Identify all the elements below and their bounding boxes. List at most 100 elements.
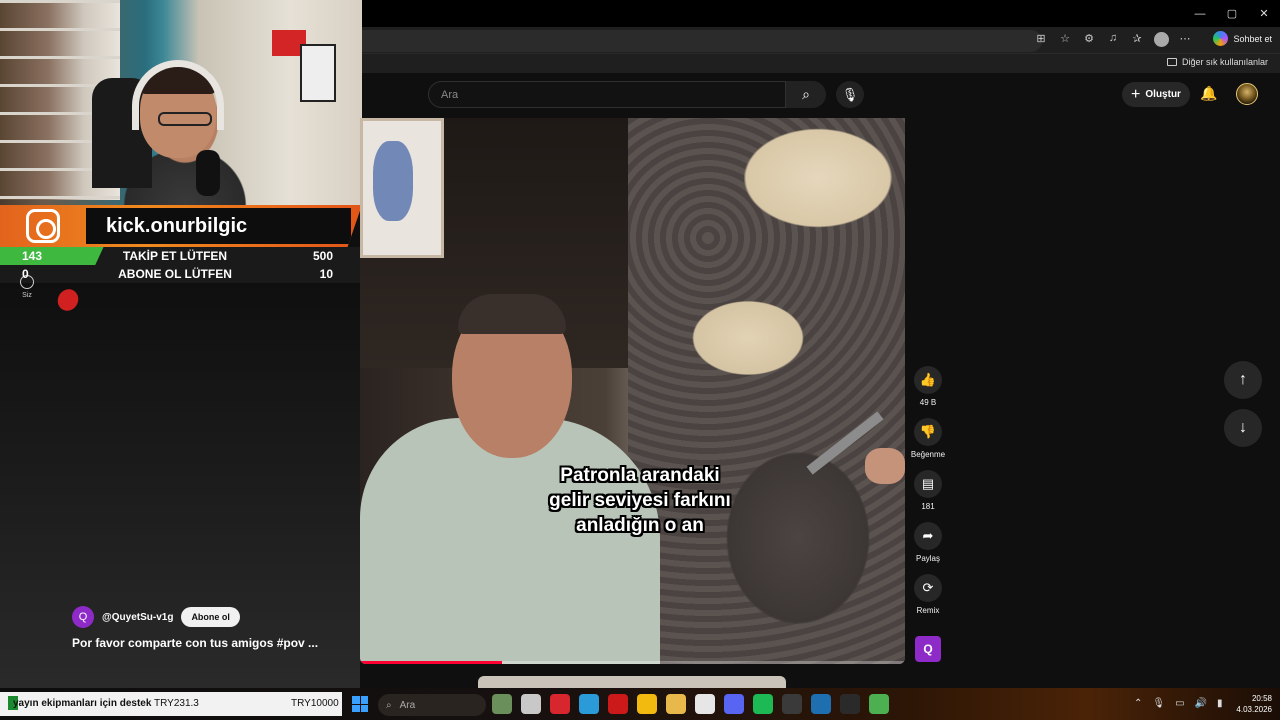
close-button[interactable]: ✕: [1248, 0, 1280, 27]
bookmarks-bar: Diğer sık kullanılanlar: [362, 54, 1280, 73]
favorites-icon[interactable]: ✰: [1130, 32, 1144, 50]
taskbar-app-icon[interactable]: [782, 694, 802, 714]
address-bar: ⊞ ☆ ⚙ ♫ ✰ ⋯ Sohbet et: [362, 27, 1280, 54]
channel-name[interactable]: @QuyetSu-v1g: [102, 612, 173, 623]
search-icon: ⌕: [802, 86, 810, 102]
video-title[interactable]: Por favor comparte con tus amigos #pov .…: [72, 636, 342, 650]
remix-button[interactable]: ⟳ Remix: [904, 574, 952, 615]
comment-count: 181: [921, 502, 935, 511]
comment-button[interactable]: ▤ 181: [904, 470, 952, 511]
battery-icon[interactable]: ▮: [1217, 698, 1223, 709]
taskbar-app-icon[interactable]: [840, 694, 860, 714]
windows-start-icon[interactable]: [352, 696, 368, 712]
bell-icon[interactable]: 🔔: [1200, 85, 1217, 102]
share-label: Paylaş: [915, 554, 940, 563]
sound-channel-avatar[interactable]: Q: [915, 636, 941, 662]
like-icon: 👍: [914, 366, 942, 394]
video-wall-art: [360, 118, 444, 258]
display-icon[interactable]: ▭: [1175, 698, 1184, 709]
share-icon: ➦: [914, 522, 942, 550]
screen: — ▢ ✕ ⊞ ☆ ⚙ ♫ ✰ ⋯ Sohbet et Diğer sık ku…: [0, 0, 1280, 720]
mic-icon[interactable]: 🎙: [1152, 698, 1165, 709]
webcam-poster: [300, 44, 336, 102]
search-button[interactable]: ⌕: [786, 81, 826, 108]
caption-line: Patronla arandaki: [560, 465, 720, 486]
taskbar-app-icon[interactable]: [608, 694, 628, 714]
previous-short-button[interactable]: ↑: [1224, 361, 1262, 399]
copilot-button[interactable]: Sohbet et: [1213, 31, 1272, 46]
create-label: Oluştur: [1145, 89, 1181, 100]
dislike-button[interactable]: 👎 Beğenme: [904, 418, 952, 459]
ticker-goal: TRY10000: [291, 698, 339, 709]
create-button[interactable]: + Oluştur: [1122, 82, 1190, 107]
mic-icon: 🎙: [841, 86, 859, 102]
taskbar-search-placeholder: Ara: [399, 699, 416, 711]
follow-goal-label: TAKİP ET LÜTFEN: [122, 249, 228, 263]
next-short-button[interactable]: ↓: [1224, 409, 1262, 447]
kick-handle: kick.onurbilgic: [86, 208, 351, 244]
youtube-header: Ara ⌕ 🎙 + Oluştur 🔔: [362, 73, 1280, 118]
remix-icon: ⟳: [914, 574, 942, 602]
minimize-button[interactable]: —: [1184, 0, 1216, 27]
more-icon[interactable]: ⋯: [1178, 32, 1192, 50]
chevron-up-icon[interactable]: ⌃: [1134, 698, 1142, 709]
subscribe-goal: 0 ABONE OL LÜTFEN 10: [0, 265, 362, 283]
taskbar-app-icon[interactable]: [753, 694, 773, 714]
taskbar-app-icon[interactable]: [666, 694, 686, 714]
profile-icon[interactable]: [1154, 32, 1169, 50]
account-avatar[interactable]: [1236, 83, 1258, 105]
apps-icon[interactable]: ⊞: [1034, 32, 1048, 50]
window-controls: — ▢ ✕: [1184, 0, 1280, 27]
remix-label: Remix: [916, 606, 940, 615]
ticker-text: yayın ekipmanları için destek: [13, 698, 152, 709]
clock[interactable]: 20:58 4.03.2026: [1228, 693, 1272, 715]
taskbar-app-icon[interactable]: [724, 694, 744, 714]
taskbar-app-icon[interactable]: [579, 694, 599, 714]
ticker-value: TRY231.3: [154, 698, 199, 709]
video-progress-fill: [360, 661, 502, 664]
caption-line: anladığın o an: [576, 515, 704, 536]
clock-date: 4.03.2026: [1236, 705, 1272, 714]
video-man-hair: [458, 294, 566, 334]
donation-ticker: yayın ekipmanları için destek TRY231.3 T…: [0, 692, 342, 716]
subscribe-button[interactable]: Abone ol: [181, 607, 240, 627]
webcam-overlay: [0, 0, 362, 205]
volume-icon[interactable]: 🔊: [1195, 698, 1207, 709]
webcam-glasses: [158, 112, 212, 126]
search-icon: ⌕: [386, 699, 392, 711]
you-label: Siz: [22, 292, 32, 299]
extensions-icon[interactable]: ⚙: [1082, 32, 1096, 50]
taskbar-search[interactable]: ⌕ Ara: [378, 694, 486, 716]
like-button[interactable]: 👍 49 B: [904, 366, 952, 407]
favorite-star-icon[interactable]: ☆: [1058, 32, 1072, 50]
channel-avatar[interactable]: Q: [72, 606, 94, 628]
short-video-player[interactable]: Patronla arandaki gelir seviyesi farkını…: [360, 118, 905, 664]
arrow-down-icon: ↓: [1239, 419, 1247, 436]
taskbar-app-icon[interactable]: [869, 694, 889, 714]
clock-time: 20:58: [1251, 694, 1272, 703]
channel-row: Q @QuyetSu-v1g Abone ol: [72, 606, 240, 628]
video-progress-bar[interactable]: [360, 661, 905, 664]
video-rug: [628, 118, 905, 664]
taskbar-app-icon[interactable]: [550, 694, 570, 714]
maximize-button[interactable]: ▢: [1216, 0, 1248, 27]
plus-icon: +: [1131, 85, 1141, 103]
copilot-label: Sohbet et: [1233, 33, 1272, 44]
url-field[interactable]: [362, 30, 1042, 52]
subscribe-goal-label: ABONE OL LÜTFEN: [118, 267, 232, 281]
search-input[interactable]: Ara: [428, 81, 786, 108]
share-button[interactable]: ➦ Paylaş: [904, 522, 952, 563]
dislike-label: Beğenme: [910, 450, 946, 459]
taskbar-app-icon[interactable]: [695, 694, 715, 714]
subscribe-goal-target: 10: [319, 267, 333, 281]
voice-search-button[interactable]: 🎙: [836, 81, 864, 108]
caption-line: gelir seviyesi farkını: [549, 490, 731, 511]
collections-icon[interactable]: ♫: [1106, 32, 1120, 50]
like-count: 49 B: [919, 398, 937, 407]
taskbar-app-icon[interactable]: [492, 694, 512, 714]
follow-goal: 143 TAKİP ET LÜTFEN 500: [0, 247, 362, 265]
other-favorites-folder[interactable]: Diğer sık kullanılanlar: [1166, 57, 1268, 67]
taskbar-app-icon[interactable]: [811, 694, 831, 714]
taskbar-app-icon[interactable]: [521, 694, 541, 714]
taskbar-app-icon[interactable]: [637, 694, 657, 714]
